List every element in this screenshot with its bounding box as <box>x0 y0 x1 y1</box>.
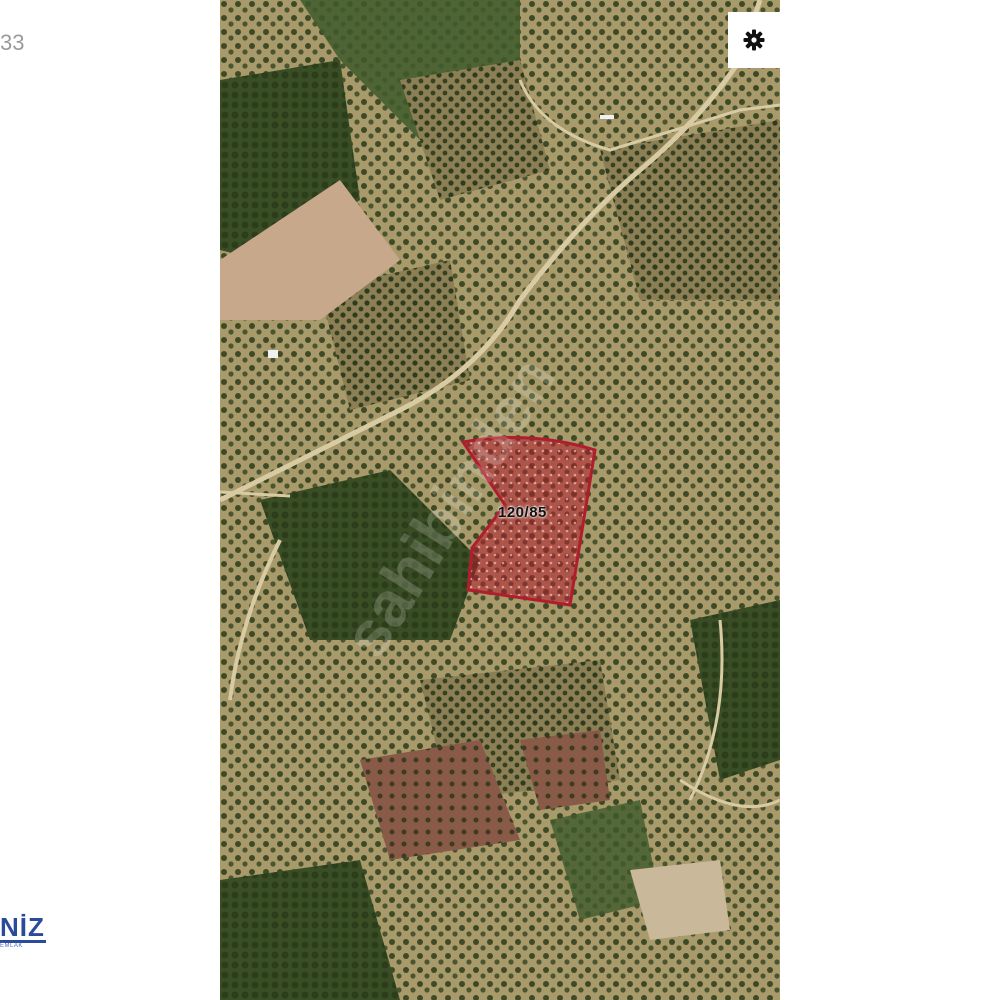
satellite-map[interactable]: sahibinden 120/85 <box>220 0 780 1000</box>
agency-logo: NİZ EMLAK <box>0 912 60 956</box>
corner-text: 33 <box>0 30 25 55</box>
building <box>600 115 614 119</box>
parcel-label: 120/85 <box>498 504 547 521</box>
gear-icon <box>742 28 766 52</box>
settings-button[interactable] <box>728 12 780 68</box>
logo-text: NİZ <box>0 912 45 942</box>
logo-subtext: EMLAK <box>0 943 23 949</box>
building <box>268 350 278 358</box>
map-imagery <box>220 0 780 1000</box>
